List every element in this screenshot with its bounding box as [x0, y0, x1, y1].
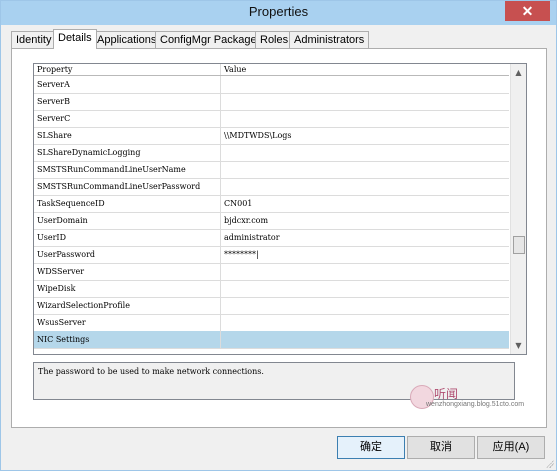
scroll-up-icon[interactable]: ▲: [513, 67, 524, 78]
cancel-button[interactable]: 取消: [407, 436, 475, 459]
property-name: SMSTSRunCommandLineUserName: [34, 161, 221, 178]
property-name: ServerA: [34, 76, 221, 93]
table-row[interactable]: WDSServer: [34, 263, 509, 281]
tab-applications[interactable]: Applications: [92, 31, 162, 48]
table-row[interactable]: SMSTSRunCommandLineUserPassword: [34, 178, 509, 196]
scroll-down-icon[interactable]: ▼: [513, 340, 524, 351]
tab-administrators[interactable]: Administrators: [289, 31, 370, 48]
property-value[interactable]: ********|: [221, 246, 509, 263]
property-name: WipeDisk: [34, 280, 221, 297]
property-value[interactable]: [221, 161, 509, 178]
table-row-selected[interactable]: NIC Settings: [34, 331, 509, 349]
property-name: TaskSequenceID: [34, 195, 221, 212]
property-name: UserID: [34, 229, 221, 246]
property-name: UserPassword: [34, 246, 221, 263]
details-panel: Property Value ServerA ServerB ServerC S…: [11, 48, 547, 428]
property-name: WsusServer: [34, 314, 221, 331]
property-value[interactable]: [221, 297, 509, 314]
property-name: SLShare: [34, 127, 221, 144]
property-value[interactable]: [221, 178, 509, 195]
ok-button[interactable]: 确定: [337, 436, 405, 459]
vertical-scrollbar[interactable]: ▲ ▼: [510, 64, 526, 354]
property-name: WizardSelectionProfile: [34, 297, 221, 314]
window-title: Properties: [248, 4, 309, 19]
scroll-thumb[interactable]: [513, 236, 525, 254]
resize-grip-icon[interactable]: [544, 458, 554, 468]
property-value[interactable]: bjdcxr.com: [221, 212, 509, 229]
property-value[interactable]: [221, 280, 509, 297]
table-row[interactable]: UserPassword ********|: [34, 246, 509, 264]
column-header-property[interactable]: Property: [34, 64, 221, 75]
property-name: NIC Settings: [34, 331, 221, 348]
title-bar: Properties ✕: [1, 1, 556, 25]
watermark-url: wenzhongxiang.blog.51cto.com: [426, 401, 525, 408]
properties-window: Properties ✕ Identity Details Applicatio…: [0, 0, 557, 471]
property-value[interactable]: [221, 76, 509, 93]
column-header-value[interactable]: Value: [221, 64, 509, 75]
watermark-text: 听闻: [434, 387, 459, 401]
property-value[interactable]: [221, 314, 509, 331]
tab-identity[interactable]: Identity: [11, 31, 57, 48]
table-row[interactable]: WsusServer: [34, 314, 509, 332]
table-row[interactable]: ServerC: [34, 110, 509, 128]
property-value[interactable]: administrator: [221, 229, 509, 246]
table-row[interactable]: SLShare \\MDTWDS\Logs: [34, 127, 509, 145]
grid-header: Property Value: [34, 64, 509, 76]
tab-details[interactable]: Details: [53, 29, 97, 49]
table-row[interactable]: WipeDisk: [34, 280, 509, 298]
table-row[interactable]: WizardSelectionProfile: [34, 297, 509, 315]
table-row[interactable]: SLShareDynamicLogging: [34, 144, 509, 162]
tab-roles[interactable]: Roles: [255, 31, 294, 48]
property-name: ServerB: [34, 93, 221, 110]
property-name: ServerC: [34, 110, 221, 127]
table-row[interactable]: TaskSequenceID CN001: [34, 195, 509, 213]
table-row[interactable]: SMSTSRunCommandLineUserName: [34, 161, 509, 179]
property-name: SMSTSRunCommandLineUserPassword: [34, 178, 221, 195]
table-row[interactable]: ServerB: [34, 93, 509, 111]
property-value[interactable]: [221, 331, 509, 348]
property-value[interactable]: [221, 263, 509, 280]
apply-button[interactable]: 应用(A): [477, 436, 545, 459]
tab-configmgr-packages[interactable]: ConfigMgr Packages: [155, 31, 268, 48]
close-icon: ✕: [521, 3, 534, 19]
table-row[interactable]: ServerA: [34, 76, 509, 94]
property-value[interactable]: [221, 144, 509, 161]
property-name: WDSServer: [34, 263, 221, 280]
watermark: 听闻 wenzhongxiang.blog.51cto.com: [404, 383, 544, 415]
property-grid: Property Value ServerA ServerB ServerC S…: [33, 63, 527, 355]
table-row[interactable]: UserDomain bjdcxr.com: [34, 212, 509, 230]
close-button[interactable]: ✕: [505, 1, 550, 21]
property-value[interactable]: [221, 93, 509, 110]
property-name: UserDomain: [34, 212, 221, 229]
property-name: SLShareDynamicLogging: [34, 144, 221, 161]
property-value[interactable]: CN001: [221, 195, 509, 212]
property-value[interactable]: [221, 110, 509, 127]
property-value[interactable]: \\MDTWDS\Logs: [221, 127, 509, 144]
table-row[interactable]: UserID administrator: [34, 229, 509, 247]
